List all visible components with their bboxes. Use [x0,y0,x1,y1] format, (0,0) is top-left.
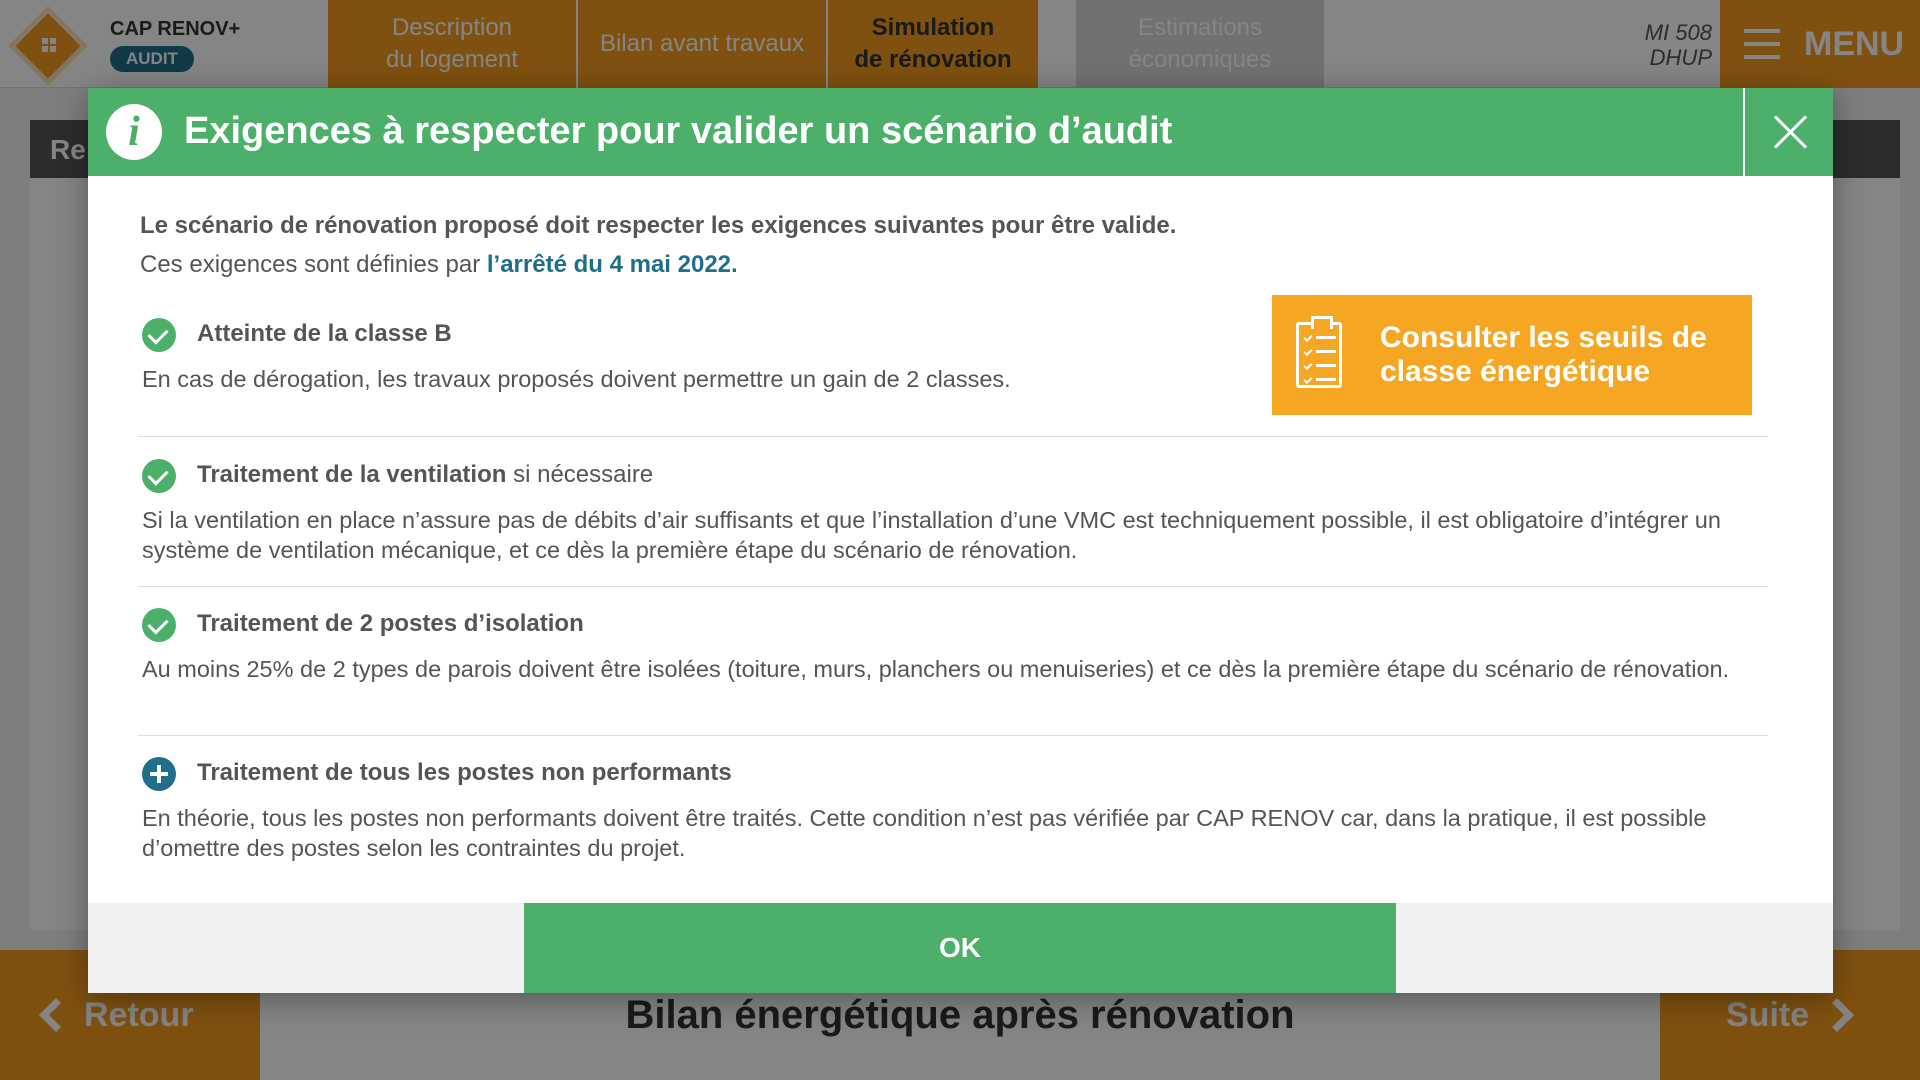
check-circle-icon [142,318,176,352]
requirements-modal: i Exigences à respecter pour valider un … [88,88,1833,993]
requirement-title-bold: Traitement de 2 postes d’isolation [197,610,584,637]
requirement-title: Traitement de la ventilation si nécessai… [197,461,653,489]
intro-bold-text: Le scénario de rénovation proposé doit r… [140,212,1177,239]
requirement-description: Au moins 25% de 2 types de parois doiven… [142,656,1730,682]
modal-title: Exigences à respecter pour valider un sc… [184,110,1173,152]
intro-prefix: Ces exigences sont définies par [140,251,487,278]
requirement-description: En théorie, tous les postes non performa… [142,805,1707,861]
requirement-title: Traitement de tous les postes non perfor… [197,759,732,787]
modal-footer: OK [88,903,1833,993]
requirement-description: En cas de dérogation, les travaux propos… [142,366,1011,392]
ok-button[interactable]: OK [524,903,1396,993]
plus-circle-icon[interactable] [142,757,176,791]
requirement-title: Traitement de 2 postes d’isolation [197,610,584,638]
divider [138,735,1768,736]
divider [138,436,1768,437]
modal-header: i Exigences à respecter pour valider un … [88,88,1833,176]
check-circle-icon [142,608,176,642]
clipboard-checklist-icon [1296,316,1342,388]
requirement-description: Si la ventilation en place n’assure pas … [142,507,1721,563]
requirement-title-bold: Atteinte de la classe B [197,320,452,347]
requirement-title-bold: Traitement de la ventilation [197,461,507,488]
divider [138,586,1768,587]
consult-thresholds-label: Consulter les seuils de classe énergétiq… [1380,321,1707,388]
requirement-title-suffix: si nécessaire [506,461,654,488]
close-button[interactable] [1743,88,1833,176]
consult-thresholds-button[interactable]: Consulter les seuils de classe énergétiq… [1272,295,1752,415]
arrete-link[interactable]: l’arrêté du 4 mai 2022. [487,251,738,278]
requirement-title: Atteinte de la classe B [197,320,452,348]
requirement-title-bold: Traitement de tous les postes non perfor… [197,759,732,786]
check-circle-icon [142,459,176,493]
intro-text: Ces exigences sont définies par l’arrêté… [140,251,738,279]
info-icon: i [106,104,162,160]
